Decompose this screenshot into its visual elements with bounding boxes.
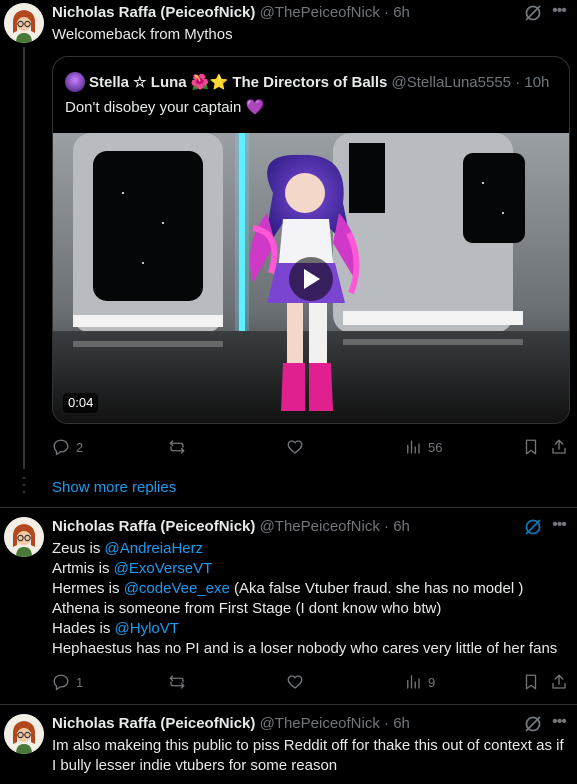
reply-count: 2 — [76, 439, 84, 455]
repost-icon — [169, 440, 185, 454]
text-segment: Artmis is — [52, 560, 114, 577]
more-icon[interactable]: ••• — [549, 517, 569, 538]
action-bar: 2 56 — [52, 437, 570, 457]
text-line: Im also makeing this public to piss Redd… — [52, 737, 564, 754]
repost-icon — [169, 675, 185, 689]
action-bar: 1 9 — [52, 672, 570, 692]
bookmark-button[interactable] — [522, 672, 540, 692]
reply-button[interactable]: 2 — [52, 437, 83, 457]
text-segment: Athena is someone from First Stage (I do… — [52, 600, 442, 617]
share-button[interactable] — [550, 437, 568, 457]
play-icon — [304, 269, 320, 289]
share-icon — [552, 439, 566, 454]
author-name[interactable]: Nicholas Raffa (PeiceofNick) — [52, 715, 255, 732]
tweet-text: Welcomeback from Mythos — [52, 26, 233, 43]
avatar[interactable] — [4, 517, 44, 557]
quote-text: Don't disobey your captain 💜 — [65, 99, 265, 116]
repost-button[interactable] — [168, 672, 192, 692]
quote-author-name: Stella ☆ Luna 🌺⭐ The Directors of Balls — [89, 74, 388, 91]
bookmark-button[interactable] — [522, 437, 540, 457]
text-line: Zeus is @AndreiaHerz — [52, 539, 557, 559]
tweet-text: Im also makeing this public to piss Redd… — [52, 736, 564, 776]
author-name[interactable]: Nicholas Raffa (PeiceofNick) — [52, 518, 255, 535]
quote-author-handle: @StellaLuna5555 — [391, 74, 512, 91]
like-button[interactable] — [286, 437, 310, 457]
tweet-1[interactable]: Nicholas Raffa (PeiceofNick) @ThePeiceof… — [0, 0, 577, 470]
share-button[interactable] — [550, 672, 568, 692]
reply-count: 1 — [76, 674, 84, 690]
timestamp[interactable]: 6h — [393, 4, 410, 21]
show-more-replies-link[interactable]: Show more replies — [52, 478, 176, 498]
grok-icon[interactable] — [523, 714, 543, 734]
grok-icon[interactable] — [523, 3, 543, 23]
reply-button[interactable]: 1 — [52, 672, 83, 692]
tweet-2[interactable]: Nicholas Raffa (PeiceofNick) @ThePeiceof… — [0, 508, 577, 704]
views-count: 56 — [428, 439, 443, 455]
views-count: 9 — [428, 674, 436, 690]
text-segment: Hermes is — [52, 580, 124, 597]
reply-icon — [53, 674, 69, 691]
like-icon — [287, 440, 303, 454]
tweet-header: Nicholas Raffa (PeiceofNick) @ThePeiceof… — [52, 3, 410, 23]
tweet-3[interactable]: Nicholas Raffa (PeiceofNick) @ThePeiceof… — [0, 705, 577, 784]
repost-button[interactable] — [168, 437, 192, 457]
avatar[interactable] — [4, 714, 44, 754]
text-segment: Hephaestus has no PI and is a loser nobo… — [52, 640, 558, 657]
text-line: Athena is someone from First Stage (I do… — [52, 599, 557, 619]
mention-link[interactable]: @ExoVerseVT — [114, 560, 213, 577]
bookmark-icon — [525, 439, 537, 455]
bookmark-icon — [525, 674, 537, 690]
reply-icon — [53, 439, 69, 456]
grok-icon[interactable] — [523, 517, 543, 537]
views-button[interactable]: 9 — [404, 672, 435, 692]
text-line: Artmis is @ExoVerseVT — [52, 559, 557, 579]
author-handle[interactable]: @ThePeiceofNick — [260, 4, 380, 21]
author-name[interactable]: Nicholas Raffa (PeiceofNick) — [52, 4, 255, 21]
quote-timestamp: 10h — [524, 74, 550, 91]
thread-dots — [22, 476, 26, 494]
views-button[interactable]: 56 — [404, 437, 442, 457]
text-segment: (Aka false Vtuber fraud. she has no mode… — [229, 580, 524, 597]
more-icon[interactable]: ••• — [549, 3, 569, 24]
like-icon — [287, 675, 303, 689]
views-icon — [407, 675, 420, 689]
text-line: Hephaestus has no PI and is a loser nobo… — [52, 639, 557, 659]
more-icon[interactable]: ••• — [549, 714, 569, 735]
like-button[interactable] — [286, 672, 310, 692]
separator: · — [384, 518, 390, 535]
mention-link[interactable]: @HyloVT — [115, 620, 179, 637]
video-player[interactable]: 0:04 — [53, 133, 569, 423]
timestamp[interactable]: 6h — [393, 518, 410, 535]
separator: · — [384, 4, 390, 21]
timestamp[interactable]: 6h — [393, 715, 410, 732]
play-button[interactable] — [289, 257, 333, 301]
mention-link[interactable]: @AndreiaHerz — [105, 540, 204, 557]
text-line: I bully lesser indie vtubers for some re… — [52, 757, 338, 774]
avatar[interactable] — [4, 3, 44, 43]
separator: · — [384, 715, 390, 732]
quoted-tweet[interactable]: Stella ☆ Luna 🌺⭐ The Directors of Balls … — [52, 56, 570, 424]
author-handle[interactable]: @ThePeiceofNick — [260, 518, 380, 535]
avatar-icon — [4, 3, 44, 43]
quote-avatar[interactable] — [65, 72, 85, 92]
quote-header: Stella ☆ Luna 🌺⭐ The Directors of Balls … — [65, 72, 549, 93]
text-line: Hermes is @codeVee_exe (Aka false Vtuber… — [52, 579, 557, 599]
author-handle[interactable]: @ThePeiceofNick — [260, 715, 380, 732]
avatar-icon — [4, 517, 44, 557]
tweet-header: Nicholas Raffa (PeiceofNick) @ThePeiceof… — [52, 517, 410, 537]
mention-link[interactable]: @codeVee_exe — [124, 580, 230, 597]
avatar-icon — [4, 714, 44, 754]
thread-line — [23, 47, 25, 469]
tweet-header: Nicholas Raffa (PeiceofNick) @ThePeiceof… — [52, 714, 410, 734]
text-line: Hades is @HyloVT — [52, 619, 557, 639]
text-segment: Zeus is — [52, 540, 105, 557]
views-icon — [407, 440, 420, 454]
video-duration: 0:04 — [63, 393, 99, 413]
share-icon — [552, 674, 566, 689]
tweet-text: Zeus is @AndreiaHerz Artmis is @ExoVerse… — [52, 539, 557, 659]
text-segment: Hades is — [52, 620, 115, 637]
quote-separator: · — [515, 74, 521, 91]
